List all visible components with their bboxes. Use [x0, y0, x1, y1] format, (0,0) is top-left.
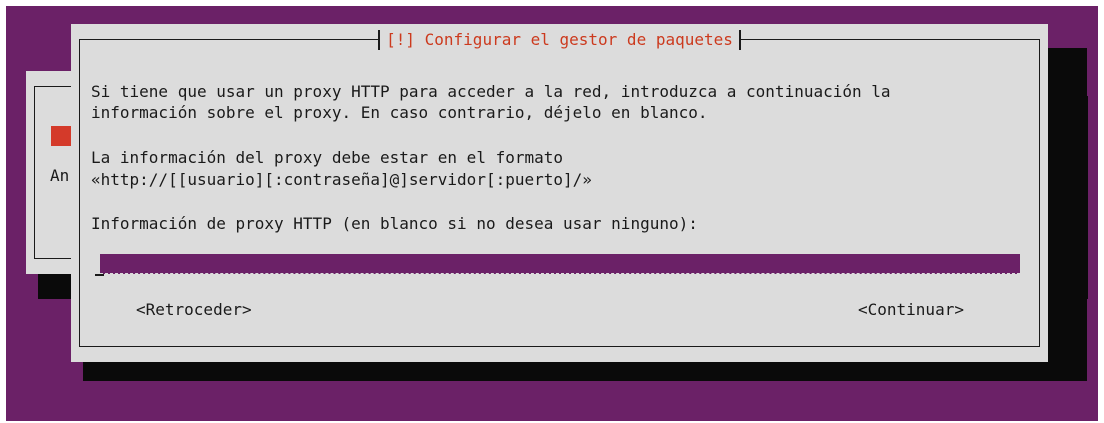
- intro-text-line-1: Si tiene que usar un proxy HTTP para acc…: [91, 82, 891, 101]
- format-text-line-2: «http://[[usuario][:contraseña]@]servido…: [91, 170, 592, 189]
- dialog-title-wrap: [!] Configurar el gestor de paquetes: [71, 30, 1048, 50]
- proxy-dialog: [!] Configurar el gestor de paquetes Si …: [71, 24, 1048, 362]
- continue-button[interactable]: <Continuar>: [858, 300, 964, 320]
- installer-screen: An [!] Configurar el gestor de paquetes …: [6, 6, 1098, 421]
- intro-text-line-2: información sobre el proxy. En caso cont…: [91, 103, 708, 122]
- text-cursor: [95, 274, 104, 276]
- proxy-input[interactable]: [100, 254, 1020, 274]
- format-text-line-1: La información del proxy debe estar en e…: [91, 148, 564, 167]
- background-dialog-text: An: [50, 166, 70, 185]
- proxy-field-label: Información de proxy HTTP (en blanco si …: [91, 214, 698, 233]
- red-marker-icon: [51, 126, 71, 146]
- dialog-title: [!] Configurar el gestor de paquetes: [378, 30, 741, 50]
- back-button[interactable]: <Retroceder>: [136, 300, 252, 320]
